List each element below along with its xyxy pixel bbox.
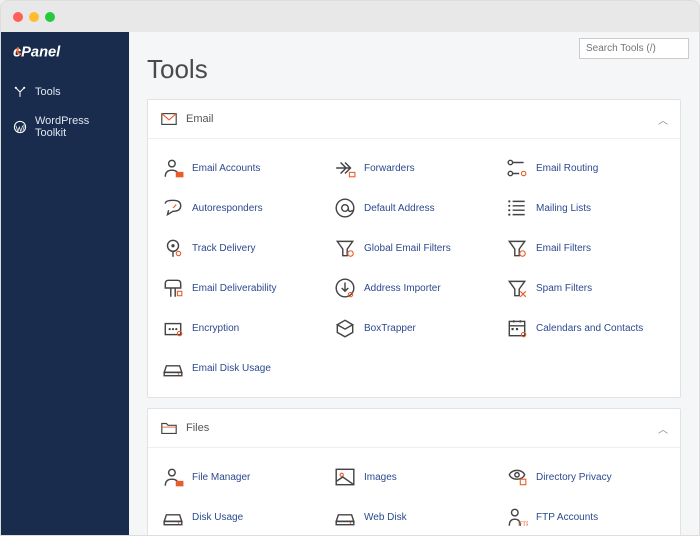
sidebar-item-tools[interactable]: Tools: [1, 77, 129, 107]
maximize-window-icon[interactable]: [45, 12, 55, 22]
tool-item-label: Encryption: [192, 323, 239, 334]
tool-item-label: Directory Privacy: [536, 472, 612, 483]
tool-item-label: Images: [364, 472, 397, 483]
user-icon: [162, 466, 184, 488]
tool-item-autoresponders[interactable]: Autoresponders: [158, 191, 326, 225]
tool-item-label: Email Filters: [536, 243, 591, 254]
tool-item-email-filters[interactable]: Email Filters: [502, 231, 670, 265]
tool-item-label: Default Address: [364, 203, 435, 214]
spam-icon: [506, 277, 528, 299]
tool-item-email-deliverability[interactable]: Email Deliverability: [158, 271, 326, 305]
section-files: Files ︿ File Manager Images Directory Priv…: [147, 408, 681, 535]
sidebar: cPanel Tools WordPress Toolkit: [1, 32, 129, 535]
tool-item-label: Email Disk Usage: [192, 363, 271, 374]
folder-icon: [160, 419, 178, 437]
sidebar-item-label: WordPress Toolkit: [35, 115, 117, 139]
mailbox-icon: [162, 277, 184, 299]
tool-item-label: Disk Usage: [192, 512, 243, 523]
tool-item-spam-filters[interactable]: Spam Filters: [502, 271, 670, 305]
chevron-up-icon: ︿: [658, 112, 668, 127]
tool-item-email-disk-usage[interactable]: Email Disk Usage: [158, 351, 326, 385]
tool-item-encryption[interactable]: Encryption: [158, 311, 326, 345]
disk-icon: [162, 506, 184, 528]
tool-item-email-routing[interactable]: Email Routing: [502, 151, 670, 185]
close-window-icon[interactable]: [13, 12, 23, 22]
tool-item-label: Calendars and Contacts: [536, 323, 643, 334]
tool-item-images[interactable]: Images: [330, 460, 498, 494]
section-label: Files: [186, 422, 650, 434]
route-icon: [506, 157, 528, 179]
tool-item-label: FTP Accounts: [536, 512, 598, 523]
tool-item-email-accounts[interactable]: Email Accounts: [158, 151, 326, 185]
tool-item-label: BoxTrapper: [364, 323, 416, 334]
at-icon: [334, 197, 356, 219]
import-icon: [334, 277, 356, 299]
sidebar-item-wordpress[interactable]: WordPress Toolkit: [1, 107, 129, 147]
box-icon: [334, 317, 356, 339]
tool-item-label: Address Importer: [364, 283, 441, 294]
section-header-files[interactable]: Files ︿: [148, 409, 680, 448]
browser-chrome: [0, 0, 700, 32]
chevron-up-icon: ︿: [658, 421, 668, 436]
tool-item-global-email-filters[interactable]: Global Email Filters: [330, 231, 498, 265]
privacy-icon: [506, 466, 528, 488]
tool-item-forwarders[interactable]: Forwarders: [330, 151, 498, 185]
tool-item-track-delivery[interactable]: Track Delivery: [158, 231, 326, 265]
tool-item-mailing-lists[interactable]: Mailing Lists: [502, 191, 670, 225]
tools-icon: [13, 85, 27, 99]
tool-item-directory-privacy[interactable]: Directory Privacy: [502, 460, 670, 494]
funnel-icon: [506, 237, 528, 259]
section-header-email[interactable]: Email ︿: [148, 100, 680, 139]
tool-item-label: Web Disk: [364, 512, 407, 523]
brand-logo: cPanel: [1, 32, 129, 77]
tool-item-address-importer[interactable]: Address Importer: [330, 271, 498, 305]
tool-item-ftp-accounts[interactable]: FTP Accounts: [502, 500, 670, 534]
encrypt-icon: [162, 317, 184, 339]
main-content: Tools Email ︿ Email AccountsForwardersEm…: [129, 32, 699, 535]
calendar-icon: [506, 317, 528, 339]
wordpress-icon: [13, 120, 27, 134]
track-icon: [162, 237, 184, 259]
tool-item-file-manager[interactable]: File Manager: [158, 460, 326, 494]
section-label: Email: [186, 113, 650, 125]
list-icon: [506, 197, 528, 219]
sidebar-item-label: Tools: [35, 86, 61, 98]
tool-item-label: Email Accounts: [192, 163, 260, 174]
svg-text:cPanel: cPanel: [13, 45, 61, 61]
funnel-icon: [334, 237, 356, 259]
image-icon: [334, 466, 356, 488]
autorespond-icon: [162, 197, 184, 219]
tool-item-web-disk[interactable]: Web Disk: [330, 500, 498, 534]
search-input[interactable]: [579, 38, 689, 59]
tool-item-label: Email Deliverability: [192, 283, 276, 294]
tool-item-label: File Manager: [192, 472, 250, 483]
minimize-window-icon[interactable]: [29, 12, 39, 22]
tool-item-label: Mailing Lists: [536, 203, 591, 214]
tool-item-label: Autoresponders: [192, 203, 263, 214]
tool-item-calendars-and-contacts[interactable]: Calendars and Contacts: [502, 311, 670, 345]
tool-item-label: Spam Filters: [536, 283, 592, 294]
section-email: Email ︿ Email Accounts Forwarders Email Ro…: [147, 99, 681, 398]
tool-item-label: Global Email Filters: [364, 243, 451, 254]
tool-item-label: Track Delivery: [192, 243, 256, 254]
tool-item-default-address[interactable]: Default Address: [330, 191, 498, 225]
tool-item-boxtrapper[interactable]: BoxTrapper: [330, 311, 498, 345]
ftp-icon: [506, 506, 528, 528]
tool-item-label: Forwarders: [364, 163, 415, 174]
tool-item-label: Email Routing: [536, 163, 598, 174]
tool-item-disk-usage[interactable]: Disk Usage: [158, 500, 326, 534]
user-icon: [162, 157, 184, 179]
disk-icon: [162, 357, 184, 379]
mail-icon: [160, 110, 178, 128]
disk-icon: [334, 506, 356, 528]
forward-icon: [334, 157, 356, 179]
